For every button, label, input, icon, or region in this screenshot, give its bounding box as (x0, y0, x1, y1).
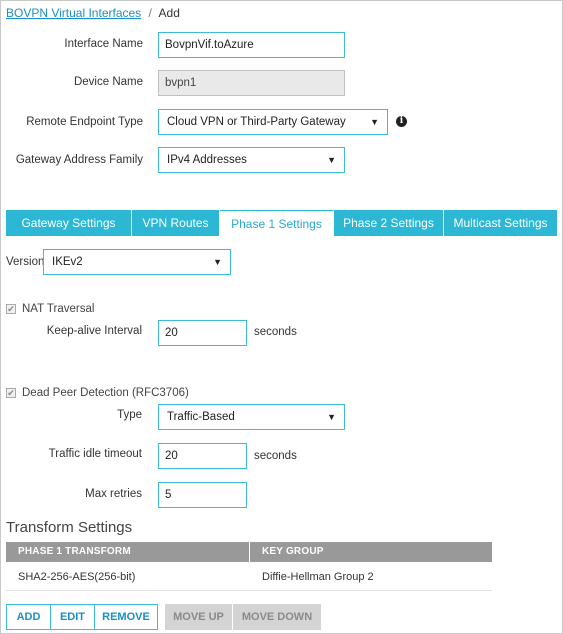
remote-endpoint-type-label: Remote Endpoint Type (26, 116, 143, 128)
tab-phase1-settings[interactable]: Phase 1 Settings (220, 210, 334, 236)
move-up-button[interactable]: MOVE UP (165, 604, 232, 630)
device-name-input (158, 70, 345, 96)
column-divider (249, 542, 250, 562)
chevron-down-icon: ▼ (327, 412, 336, 422)
transform-table-header: PHASE 1 TRANSFORM KEY GROUP (6, 542, 492, 562)
remote-endpoint-type-value: Cloud VPN or Third-Party Gateway (167, 116, 346, 128)
dpd-type-select[interactable]: Traffic-Based ▼ (158, 404, 345, 430)
max-retries-input[interactable] (158, 482, 247, 508)
version-select[interactable]: IKEv2 ▼ (43, 249, 231, 275)
chevron-down-icon: ▼ (213, 257, 222, 267)
keepalive-unit: seconds (254, 326, 297, 338)
move-down-button[interactable]: MOVE DOWN (233, 604, 321, 630)
info-icon[interactable]: i (396, 116, 407, 127)
chevron-down-icon: ▼ (327, 155, 336, 165)
table-row[interactable]: SHA2-256-AES(256-bit) Diffie-Hellman Gro… (6, 562, 492, 590)
tab-phase2-settings[interactable]: Phase 2 Settings (334, 210, 444, 236)
settings-tab-bar: Gateway Settings VPN Routes Phase 1 Sett… (6, 210, 557, 236)
transform-cell: SHA2-256-AES(256-bit) (18, 571, 136, 583)
tab-multicast-settings[interactable]: Multicast Settings (444, 210, 557, 236)
interface-name-input[interactable] (158, 32, 345, 58)
traffic-idle-timeout-label: Traffic idle timeout (48, 448, 142, 460)
device-name-label: Device Name (73, 76, 143, 88)
breadcrumb-link-bovpn[interactable]: BOVPN Virtual Interfaces (6, 6, 141, 20)
gateway-address-family-select[interactable]: IPv4 Addresses ▼ (158, 147, 345, 173)
remote-endpoint-type-select[interactable]: Cloud VPN or Third-Party Gateway ▼ (158, 109, 388, 135)
tab-gateway-settings[interactable]: Gateway Settings (6, 210, 132, 236)
column-header-key-group[interactable]: KEY GROUP (262, 542, 324, 562)
traffic-idle-timeout-unit: seconds (254, 450, 297, 462)
column-header-phase1-transform[interactable]: PHASE 1 TRANSFORM (18, 542, 131, 562)
dead-peer-detection-label: Dead Peer Detection (RFC3706) (22, 387, 189, 399)
key-group-cell: Diffie-Hellman Group 2 (262, 571, 374, 583)
nat-traversal-label: NAT Traversal (22, 303, 95, 315)
breadcrumb-separator: / (148, 6, 152, 20)
breadcrumb: BOVPN Virtual Interfaces / Add (6, 6, 180, 20)
max-retries-label: Max retries (85, 488, 142, 500)
keepalive-interval-input[interactable] (158, 320, 247, 346)
dpd-type-value: Traffic-Based (167, 411, 235, 423)
nat-traversal-checkbox[interactable]: ✔ (6, 304, 16, 314)
edit-button[interactable]: EDIT (50, 604, 95, 630)
dead-peer-detection-checkbox[interactable]: ✔ (6, 388, 16, 398)
gateway-address-family-label: Gateway Address Family (15, 154, 143, 166)
chevron-down-icon: ▼ (370, 117, 379, 127)
add-button[interactable]: ADD (6, 604, 51, 630)
gateway-address-family-value: IPv4 Addresses (167, 154, 247, 166)
interface-name-label: Interface Name (64, 38, 143, 50)
row-divider (6, 590, 492, 591)
transform-settings-title: Transform Settings (6, 519, 133, 536)
tab-vpn-routes[interactable]: VPN Routes (132, 210, 220, 236)
version-label: Version (6, 256, 45, 268)
dpd-type-label: Type (117, 409, 142, 421)
breadcrumb-current: Add (158, 6, 180, 20)
traffic-idle-timeout-input[interactable] (158, 443, 247, 469)
remove-button[interactable]: REMOVE (94, 604, 158, 630)
version-value: IKEv2 (52, 256, 83, 268)
keepalive-interval-label: Keep-alive Interval (46, 325, 142, 337)
